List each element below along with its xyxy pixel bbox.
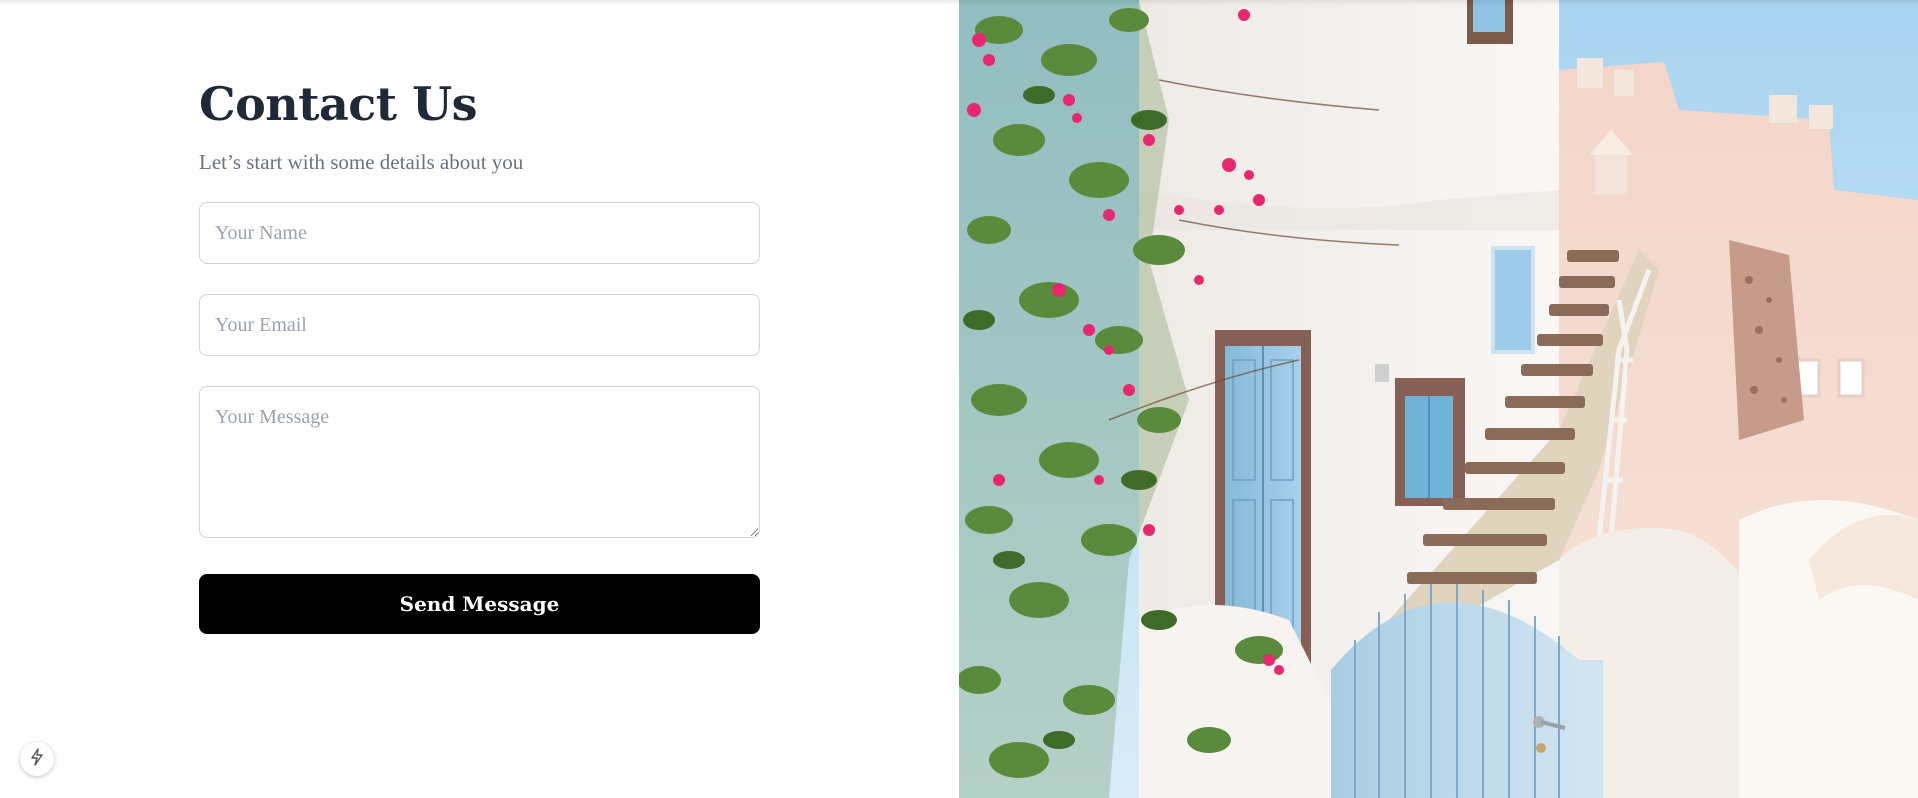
- lightning-bolt-icon: [29, 748, 45, 770]
- page-title: Contact Us: [199, 77, 478, 131]
- send-message-button[interactable]: Send Message: [199, 574, 760, 634]
- message-field[interactable]: [199, 386, 760, 538]
- hero-photo: [959, 0, 1918, 798]
- name-field[interactable]: [199, 202, 760, 264]
- contact-page: Contact Us Let’s start with some details…: [0, 0, 1918, 798]
- bolt-badge[interactable]: [20, 742, 54, 776]
- santorini-photo-illustration: [959, 0, 1918, 798]
- contact-panel: Contact Us Let’s start with some details…: [0, 0, 959, 798]
- page-subtitle: Let’s start with some details about you: [199, 150, 524, 174]
- contact-form: Contact Us Let’s start with some details…: [199, 72, 760, 634]
- email-field[interactable]: [199, 294, 760, 356]
